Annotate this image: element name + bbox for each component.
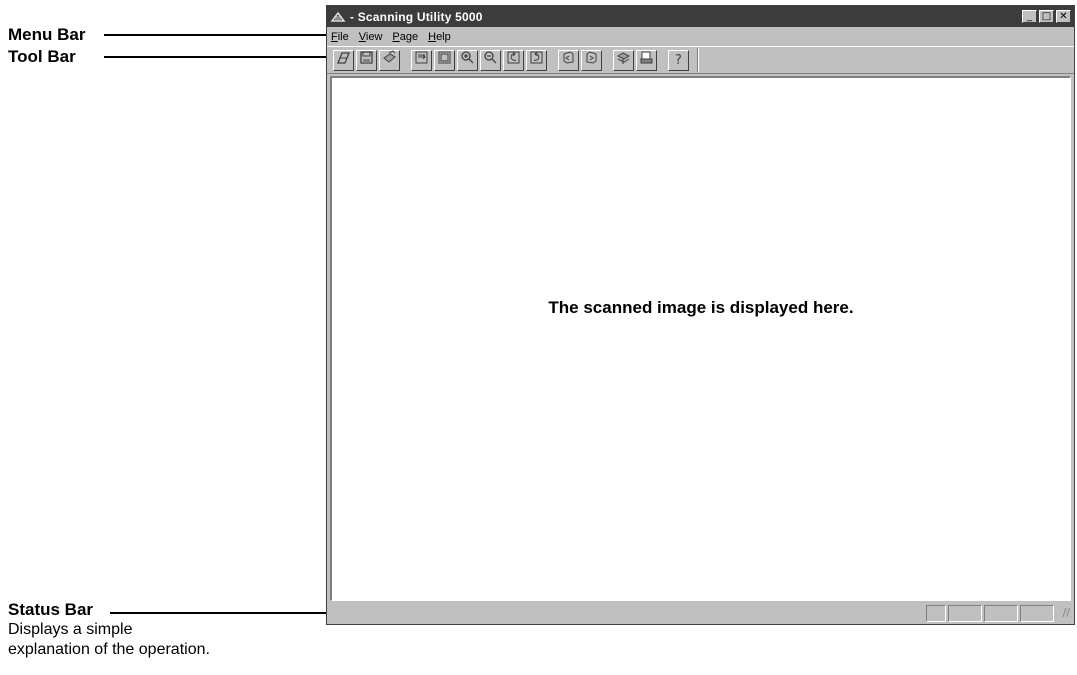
menu-help-accelerator: H xyxy=(428,30,437,43)
maximize-button[interactable]: □ xyxy=(1039,10,1054,23)
menu-bar-callout: Menu Bar xyxy=(8,25,85,45)
status-bar: // xyxy=(327,602,1074,624)
scan-icon xyxy=(336,50,351,70)
menu-bar-callout-line xyxy=(104,34,332,36)
image-display-area[interactable]: The scanned image is displayed here. xyxy=(330,76,1071,601)
zoom-in-button[interactable] xyxy=(457,49,478,71)
menu-bar-callout-label: Menu Bar xyxy=(8,25,86,44)
close-button[interactable]: ✕ xyxy=(1056,10,1071,23)
zoom-out-icon xyxy=(483,50,498,70)
status-bar-callout: Status Bar Displays a simple explanation… xyxy=(8,600,210,660)
status-pane-4 xyxy=(1020,604,1054,622)
menu-help-label: elp xyxy=(436,30,451,43)
previous-page-button[interactable] xyxy=(558,49,579,71)
status-pane-2 xyxy=(948,604,982,622)
rotate-right-icon xyxy=(529,50,544,70)
print-button[interactable] xyxy=(379,49,400,71)
canvas-placeholder-text: The scanned image is displayed here. xyxy=(548,298,854,317)
menu-view[interactable]: View xyxy=(359,31,383,43)
menu-bar: File View Page Help xyxy=(327,27,1074,46)
tool-bar-callout: Tool Bar xyxy=(8,47,76,67)
fit-page-button[interactable] xyxy=(434,49,455,71)
status-bar-callout-desc-1: Displays a simple xyxy=(8,621,133,638)
previous-page-icon xyxy=(561,50,576,70)
help-button[interactable]: ? xyxy=(668,49,689,71)
menu-help[interactable]: Help xyxy=(428,31,451,43)
menu-view-label: iew xyxy=(365,30,383,43)
resize-grip-icon[interactable]: // xyxy=(1056,606,1070,620)
menu-page-label: age xyxy=(399,30,419,43)
save-icon xyxy=(359,50,374,70)
fit-page-icon xyxy=(437,50,452,70)
rotate-right-button[interactable] xyxy=(526,49,547,71)
tool-bar: ? xyxy=(327,46,1074,74)
status-bar-callout-desc-2: explanation of the operation. xyxy=(8,641,210,658)
rotate-left-button[interactable] xyxy=(503,49,524,71)
acquire-icon xyxy=(616,50,631,70)
zoom-in-icon xyxy=(460,50,475,70)
next-page-button[interactable] xyxy=(581,49,602,71)
menu-page[interactable]: Page xyxy=(392,31,418,43)
status-pane-1 xyxy=(926,604,946,622)
acquire-button[interactable] xyxy=(613,49,634,71)
status-pane-3 xyxy=(984,604,1018,622)
zoom-out-button[interactable] xyxy=(480,49,501,71)
help-icon: ? xyxy=(675,52,682,68)
send-button[interactable] xyxy=(636,49,657,71)
menu-file-accelerator: F xyxy=(331,30,338,43)
save-button[interactable] xyxy=(356,49,377,71)
menu-view-accelerator: V xyxy=(358,30,366,43)
toolbar-separator xyxy=(697,48,699,72)
fit-width-icon xyxy=(414,50,429,70)
scanner-icon[interactable] xyxy=(330,9,346,25)
window-title: - Scanning Utility 5000 xyxy=(350,9,483,24)
menu-page-accelerator: P xyxy=(392,30,400,43)
status-bar-callout-label: Status Bar xyxy=(8,600,94,619)
print-icon xyxy=(382,50,397,70)
menu-file-label: ile xyxy=(337,30,349,43)
tool-bar-callout-label: Tool Bar xyxy=(8,47,76,66)
app-window: - Scanning Utility 5000 _ □ ✕ File View … xyxy=(326,5,1075,625)
fit-width-button[interactable] xyxy=(411,49,432,71)
menu-file[interactable]: File xyxy=(331,31,349,43)
minimize-button[interactable]: _ xyxy=(1022,10,1037,23)
next-page-icon xyxy=(584,50,599,70)
title-bar[interactable]: - Scanning Utility 5000 _ □ ✕ xyxy=(327,6,1074,27)
send-icon xyxy=(639,50,654,70)
rotate-left-icon xyxy=(506,50,521,70)
status-bar-callout-line xyxy=(110,612,335,614)
tool-bar-callout-line xyxy=(104,56,332,58)
scan-button[interactable] xyxy=(333,49,354,71)
